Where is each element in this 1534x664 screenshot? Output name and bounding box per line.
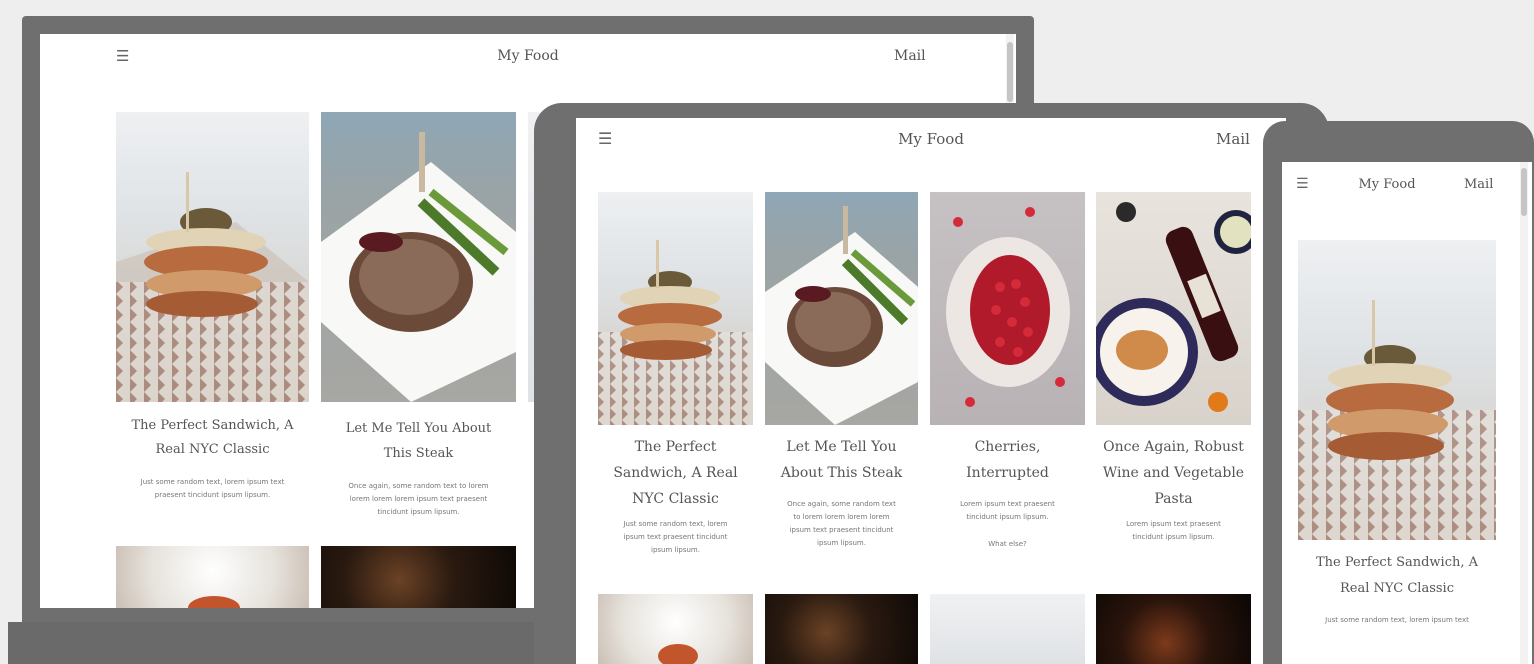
post-title[interactable]: Let Me Tell You About This Steak <box>321 416 516 466</box>
post-title-line[interactable]: The Perfect <box>598 434 753 460</box>
post-excerpt-line: ipsum text praesent tincidunt <box>789 526 894 534</box>
mail-link[interactable]: Mail <box>1216 130 1250 148</box>
site-brand[interactable]: My Food <box>576 130 1286 148</box>
post-title-line[interactable]: Once Again, Robust <box>1096 434 1251 460</box>
sandwich-photo <box>598 240 753 425</box>
post-excerpt: Just some random text, lorem ipsum text … <box>598 518 753 557</box>
post-excerpt-line: Lorem ipsum text praesent <box>1126 520 1221 528</box>
post-excerpt-line: to lorem lorem lorem lorem <box>793 513 890 521</box>
post-excerpt-line: Just some random text, lorem ipsum text <box>1325 616 1469 624</box>
post-excerpt: Once again, some random text to lorem lo… <box>765 498 918 550</box>
wine-photo <box>1096 202 1251 412</box>
post-title-line[interactable]: Let Me Tell You <box>765 434 918 460</box>
sandwich-photo <box>116 172 309 402</box>
post-card[interactable]: Let Me Tell You About This Steak Once ag… <box>765 192 918 582</box>
post-title-line[interactable]: Sandwich, A Real <box>598 460 753 486</box>
post-image-steak[interactable] <box>765 192 918 425</box>
cherries-photo <box>946 207 1070 407</box>
phone-screen: ☰ My Food Mail The Perfect Sandwich, A R… <box>1282 162 1532 664</box>
post-image-pasta[interactable] <box>116 546 309 608</box>
post-title-line[interactable]: The Perfect Sandwich, A <box>1298 550 1496 576</box>
desktop-scrollbar-thumb[interactable] <box>1007 42 1013 102</box>
post-title-line[interactable]: Pasta <box>1096 486 1251 512</box>
post-card[interactable]: The Perfect Sandwich, A Real NYC Classic… <box>598 192 753 582</box>
post-title-line[interactable]: The Perfect Sandwich, A <box>116 414 309 438</box>
tablet-header: ☰ My Food Mail <box>576 118 1286 168</box>
post-title-line[interactable]: Real NYC Classic <box>116 438 309 462</box>
steak-photo <box>765 206 918 425</box>
mail-link[interactable]: Mail <box>894 48 926 64</box>
post-excerpt: Just some random text, lorem ipsum text … <box>116 476 309 502</box>
post-card[interactable]: Once Again, Robust Wine and Vegetable Pa… <box>1096 192 1251 582</box>
post-excerpt-line: tincidunt ipsum lipsum. <box>966 513 1049 521</box>
post-excerpt-line: Just some random text, lorem ipsum text <box>140 478 285 486</box>
post-excerpt-line: tincidunt ipsum lipsum. <box>1132 533 1215 541</box>
post-image-steak[interactable] <box>321 112 516 402</box>
post-excerpt-line: praesent tincidunt ipsum lipsum. <box>154 491 271 499</box>
site-brand[interactable]: My Food <box>40 48 1016 64</box>
post-title-line[interactable]: Let Me Tell You About <box>321 416 516 441</box>
post-title-line[interactable]: Cherries, <box>930 434 1085 460</box>
what-else-link[interactable]: What else? <box>930 540 1085 548</box>
post-title-line[interactable]: Real NYC Classic <box>1298 576 1496 602</box>
post-card[interactable]: Cherries, Interrupted Lorem ipsum text p… <box>930 192 1085 582</box>
post-card[interactable]: The Perfect Sandwich, A Real NYC Classic… <box>116 112 309 532</box>
post-title[interactable]: The Perfect Sandwich, A Real NYC Classic <box>598 434 753 512</box>
steak-photo <box>321 132 516 402</box>
phone-scrollbar[interactable] <box>1520 162 1528 664</box>
post-excerpt-line: Just some random text, lorem <box>623 520 728 528</box>
post-excerpt-line: ipsum lipsum. <box>817 539 866 547</box>
post-image-pasta[interactable] <box>598 594 753 664</box>
post-excerpt-line: Once again, some random text <box>787 500 896 508</box>
post-title-line[interactable]: Wine and Vegetable <box>1096 460 1251 486</box>
mail-link[interactable]: Mail <box>1464 177 1493 192</box>
post-card[interactable]: The Perfect Sandwich, A Real NYC Classic… <box>1298 240 1496 660</box>
pasta-photo <box>188 596 240 608</box>
post-title[interactable]: Let Me Tell You About This Steak <box>765 434 918 486</box>
post-image-wine[interactable] <box>1096 192 1251 425</box>
post-image-light[interactable] <box>930 594 1085 664</box>
post-excerpt-line: Once again, some random text to lorem <box>348 482 489 490</box>
desktop-monitor-base <box>8 622 568 664</box>
phone-scrollbar-thumb[interactable] <box>1521 168 1527 216</box>
phone-header: ☰ My Food Mail <box>1282 162 1532 210</box>
post-excerpt-line: ipsum lipsum. <box>651 546 700 554</box>
post-title[interactable]: Cherries, Interrupted <box>930 434 1085 486</box>
post-title-line[interactable]: About This Steak <box>765 460 918 486</box>
post-image-bread[interactable] <box>321 546 516 608</box>
post-image-sandwich[interactable] <box>116 112 309 402</box>
post-title[interactable]: Once Again, Robust Wine and Vegetable Pa… <box>1096 434 1251 512</box>
post-image-sandwich[interactable] <box>598 192 753 425</box>
post-title[interactable]: The Perfect Sandwich, A Real NYC Classic <box>1298 550 1496 602</box>
post-image-bread[interactable] <box>765 594 918 664</box>
post-excerpt: Once again, some random text to lorem lo… <box>321 480 516 519</box>
tablet-screen: ☰ My Food Mail The Perfect Sandwich, A R… <box>576 118 1286 664</box>
post-excerpt: Just some random text, lorem ipsum text <box>1298 614 1496 627</box>
post-excerpt-line: ipsum text praesent tincidunt <box>623 533 728 541</box>
post-title-line[interactable]: This Steak <box>321 441 516 466</box>
post-image-sandwich[interactable] <box>1298 240 1496 540</box>
post-excerpt-line: Lorem ipsum text praesent <box>960 500 1055 508</box>
post-card[interactable]: Let Me Tell You About This Steak Once ag… <box>321 112 516 532</box>
post-image-dark[interactable] <box>1096 594 1251 664</box>
pasta-photo <box>658 644 698 664</box>
post-image-cherries[interactable] <box>930 192 1085 425</box>
post-title-line[interactable]: NYC Classic <box>598 486 753 512</box>
post-excerpt-line: tincidunt ipsum lipsum. <box>377 508 460 516</box>
sandwich-photo <box>1298 300 1496 540</box>
post-title[interactable]: The Perfect Sandwich, A Real NYC Classic <box>116 414 309 462</box>
post-title-line[interactable]: Interrupted <box>930 460 1085 486</box>
post-excerpt: Lorem ipsum text praesent tincidunt ipsu… <box>930 498 1085 524</box>
desktop-header: ☰ My Food Mail <box>40 34 1016 84</box>
post-excerpt: Lorem ipsum text praesent tincidunt ipsu… <box>1096 518 1251 544</box>
post-excerpt-line: lorem lorem lorem ipsum text praesent <box>349 495 488 503</box>
